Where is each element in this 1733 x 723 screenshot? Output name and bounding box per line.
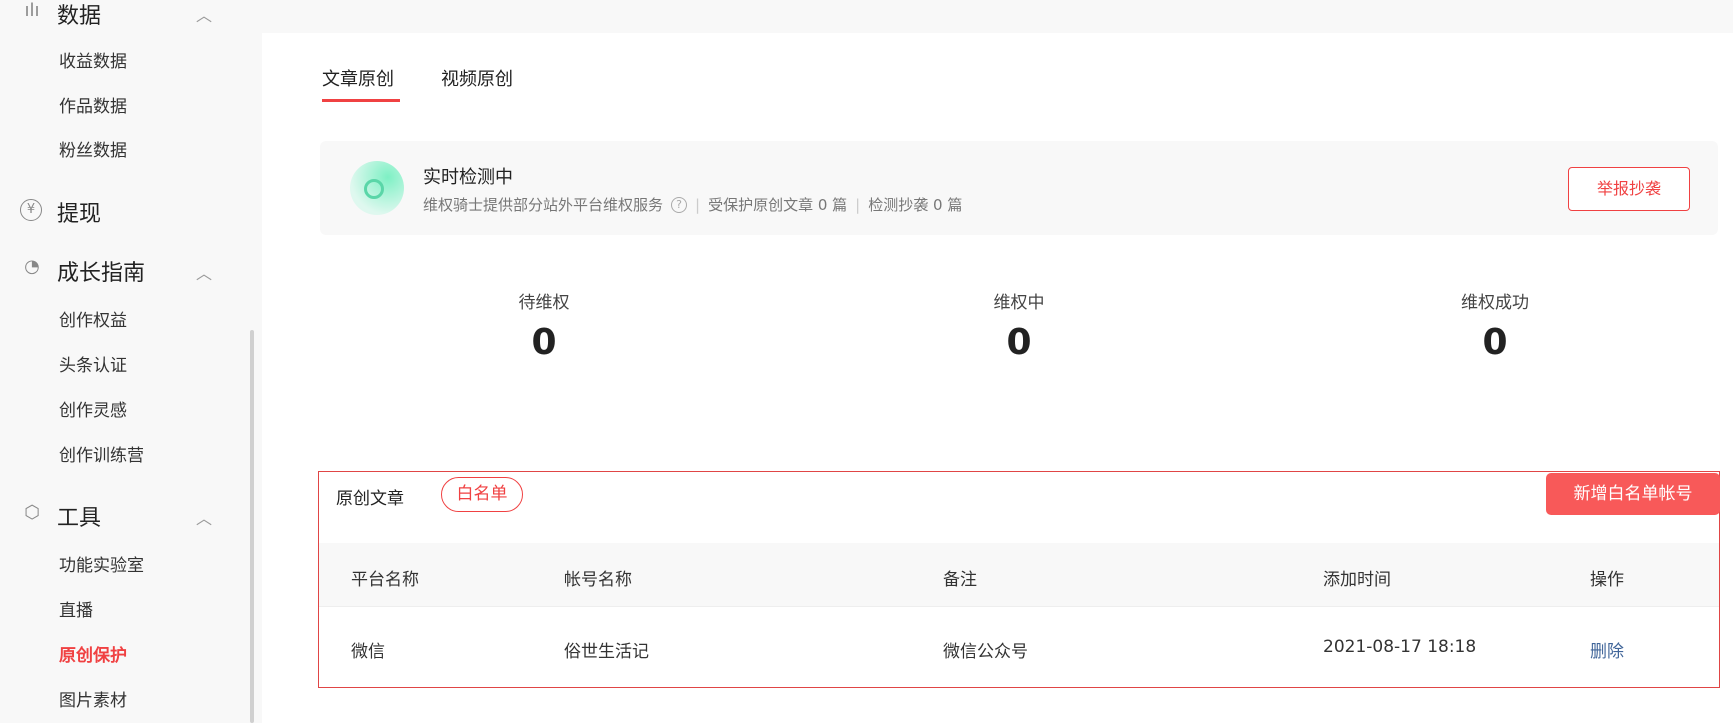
cell-note: 微信公众号 [943, 642, 1028, 662]
cell-time: 2021-08-17 18:18 [1323, 637, 1477, 657]
sidebar-item[interactable]: 收益数据 [59, 47, 127, 72]
column-header-action: 操作 [1590, 570, 1624, 590]
sidebar-item[interactable]: 作品数据 [59, 92, 127, 117]
column-header-account: 帐号名称 [564, 570, 632, 590]
cell-account: 俗世生活记 [564, 642, 649, 662]
cell-platform: 微信 [351, 642, 385, 662]
sidebar-item[interactable]: 功能实验室 [59, 551, 144, 576]
growth-icon: ◔ [24, 256, 40, 277]
sidebar-section-withdraw[interactable]: 提现 [57, 196, 101, 228]
whitelist-tag[interactable]: 白名单 [441, 477, 523, 512]
active-tab-underline [322, 99, 400, 102]
sidebar-item[interactable]: 创作权益 [59, 306, 127, 331]
stat-label: 维权成功 [1461, 293, 1529, 313]
sidebar-item[interactable]: 创作训练营 [59, 441, 144, 466]
protected-count: 受保护原创文章 0 篇 [708, 196, 848, 214]
whitelist-title: 原创文章 [336, 489, 404, 509]
stat-label: 维权中 [993, 293, 1045, 313]
sidebar-item[interactable]: 头条认证 [59, 351, 127, 376]
tab-article-original[interactable]: 文章原创 [322, 65, 394, 91]
sidebar-section-tools[interactable]: 工具 [57, 500, 101, 532]
sidebar-scrollbar[interactable] [250, 330, 254, 723]
stat-value: 0 [531, 322, 557, 363]
detection-title: 实时检测中 [423, 167, 513, 188]
sidebar-item[interactable]: 图片素材 [59, 686, 127, 711]
chevron-up-icon[interactable]: ︿ [196, 2, 212, 26]
plagiarism-count: 检测抄袭 0 篇 [868, 196, 963, 214]
sidebar-item[interactable]: 创作灵感 [59, 396, 127, 421]
stat-value: 0 [1482, 322, 1508, 363]
add-whitelist-account-button[interactable]: 新增白名单帐号 [1546, 473, 1720, 515]
detection-desc: 维权骑士提供部分站外平台维权服务 [423, 196, 664, 214]
chevron-up-icon[interactable]: ︿ [196, 260, 212, 284]
cube-icon: ⬡ [24, 502, 40, 523]
table-header [319, 543, 1719, 607]
column-header-time: 添加时间 [1323, 570, 1391, 590]
column-header-note: 备注 [943, 570, 977, 590]
radar-icon [350, 161, 404, 215]
detection-desc-row: 维权骑士提供部分站外平台维权服务 ? | 受保护原创文章 0 篇 | 检测抄袭 … [423, 195, 963, 215]
column-header-platform: 平台名称 [351, 570, 419, 590]
detection-panel [320, 141, 1718, 235]
sidebar-item[interactable]: 粉丝数据 [59, 136, 127, 161]
stat-label: 待维权 [518, 293, 570, 313]
sidebar-section-data[interactable]: 数据 [57, 0, 101, 30]
sidebar-item-active[interactable]: 原创保护 [59, 641, 127, 666]
chevron-up-icon[interactable]: ︿ [196, 505, 212, 529]
help-icon[interactable]: ? [671, 196, 688, 213]
sidebar-item[interactable]: 直播 [59, 596, 93, 621]
stat-value: 0 [1006, 322, 1032, 363]
sidebar-section-growth[interactable]: 成长指南 [57, 255, 145, 287]
tab-video-original[interactable]: 视频原创 [441, 65, 513, 91]
yen-icon: ¥ [20, 199, 42, 221]
bar-chart-icon: ılı [24, 0, 40, 21]
report-plagiarism-button[interactable]: 举报抄袭 [1568, 167, 1690, 211]
delete-link[interactable]: 删除 [1590, 637, 1624, 662]
